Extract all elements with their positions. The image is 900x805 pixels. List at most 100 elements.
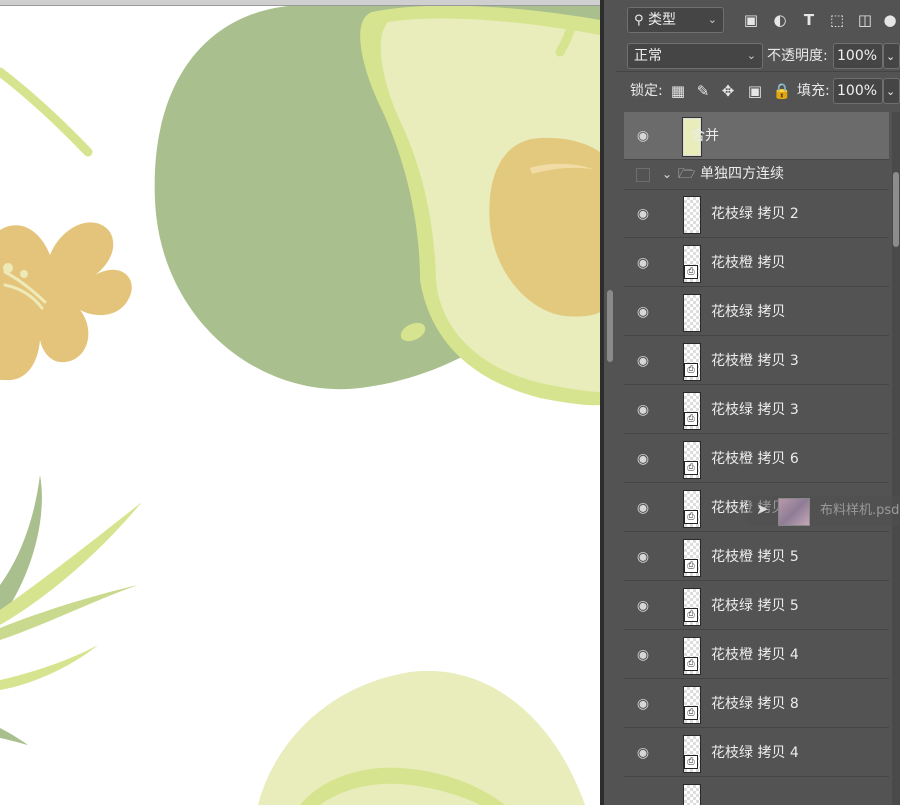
layer-row-merged[interactable]: ◉ 合并 [624,112,889,160]
layer-row[interactable]: ◉ ⎙ 花枝绿 拷贝 5 [624,582,889,630]
stamen-tip [20,270,28,278]
visibility-eye-icon[interactable]: ◉ [632,288,654,336]
smart-object-icon: ⎙ [684,363,698,377]
visibility-eye-icon[interactable]: ◉ [632,239,654,287]
folder-icon: 🗁 [678,166,696,182]
layer-row[interactable]: ◉ ⎙ 花枝橙 拷贝 [624,239,889,287]
stamen-tip [3,263,13,273]
drag-cursor-icon: ➤ [756,500,769,518]
layers-panel: ⚲ 类型 ⌄ ▣ ◐ T ⬚ ◫ ● 正常 ⌄ 不透明度: 100% ⌄ 锁定:… [616,0,900,805]
layer-filter-row: ⚲ 类型 ⌄ ▣ ◐ T ⬚ ◫ ● [616,7,900,35]
layer-row[interactable]: ◉ ⎙ 花枝绿 拷贝 3 [624,386,889,434]
layer-thumbnail [683,294,701,332]
visibility-eye-icon[interactable]: ◉ [632,337,654,385]
visibility-eye-icon[interactable]: ◉ [632,190,654,238]
visibility-eye-icon[interactable]: ◉ [632,435,654,483]
opacity-label: 不透明度: [767,48,828,64]
opacity-dropdown[interactable]: ⌄ [883,43,900,69]
smart-object-icon: ⎙ [684,510,698,524]
scrollbar-thumb[interactable] [893,172,899,247]
layer-name: 花枝橙 拷贝 [711,255,786,271]
visibility-eye-icon[interactable]: ◉ [632,484,654,532]
layer-name: 花枝绿 拷贝 2 [711,206,799,222]
opacity-input[interactable]: 100% [833,43,883,69]
panel-divider[interactable] [600,0,604,805]
filter-kind-select[interactable]: ⚲ 类型 ⌄ [627,7,724,33]
visibility-eye-icon[interactable]: ◉ [632,533,654,581]
lock-image-pixels-icon[interactable]: ✎ [693,78,713,104]
layer-row[interactable]: ◉ ⎙ 花枝橙 拷贝 6 [624,435,889,483]
smart-object-icon: ⎙ [684,657,698,671]
layer-row[interactable]: ◉ ⎙ 花枝橙 拷贝 4 [624,631,889,679]
chevron-down-icon[interactable]: ⌄ [662,160,672,188]
layer-name: 花枝绿 拷贝 3 [711,402,799,418]
type-filter-icon[interactable]: T [798,7,820,33]
visibility-eye-icon[interactable]: ◉ [632,631,654,679]
branch-line [0,67,93,157]
pattern-artwork [0,5,600,805]
smart-object-icon: ⎙ [684,755,698,769]
canvas-scroll-handle[interactable] [604,290,616,362]
smart-object-icon: ⎙ [684,265,698,279]
photoshop-window: ⚲ 类型 ⌄ ▣ ◐ T ⬚ ◫ ● 正常 ⌄ 不透明度: 100% ⌄ 锁定:… [0,0,900,805]
smart-object-icon: ⎙ [684,412,698,426]
smart-object-filter-icon[interactable]: ◫ [854,7,876,33]
search-icon: ⚲ [634,13,644,28]
layer-row-partial[interactable] [624,778,889,805]
leaf-lower [0,645,98,690]
layer-name: 花枝橙 拷贝 4 [711,647,799,663]
layer-row[interactable]: ◉ 花枝绿 拷贝 2 [624,190,889,238]
fill-dropdown[interactable]: ⌄ [883,78,900,104]
layer-row[interactable]: ◉ ⎙ 花枝绿 拷贝 4 [624,729,889,777]
lock-row: 锁定: ▦ ✎ ✥ ▣ 🔒 填充: 100% ⌄ [616,78,900,106]
smart-object-icon: ⎙ [684,559,698,573]
visibility-eye-icon[interactable]: ◉ [632,112,654,160]
visibility-eye-icon[interactable]: ◉ [632,386,654,434]
layer-name: 花枝绿 拷贝 [711,304,786,320]
chevron-down-icon: ⌄ [746,49,756,62]
drag-file-thumbnail [778,498,810,526]
chevron-down-icon: ⌄ [886,50,896,63]
lock-position-icon[interactable]: ✥ [718,78,738,104]
chevron-down-icon: ⌄ [707,13,717,26]
opacity-value: 100% [837,48,878,64]
adjustment-filter-icon[interactable]: ◐ [769,7,791,33]
visibility-eye-icon[interactable]: ◉ [632,582,654,630]
leaf-mid [0,585,138,640]
layer-row[interactable]: ◉ ⎙ 花枝绿 拷贝 8 [624,680,889,728]
layer-group-row[interactable]: ⌄ 🗁 单独四方连续 [624,160,889,190]
fill-label: 填充: [797,83,830,99]
layer-row[interactable]: ◉ ⎙ 花枝橙 拷贝 5 [624,533,889,581]
chevron-down-icon: ⌄ [886,85,896,98]
leaf-tip [0,728,28,745]
visibility-eye-icon[interactable]: ◉ [632,680,654,728]
fill-value: 100% [837,83,878,99]
smart-object-icon: ⎙ [684,461,698,475]
layer-name: 花枝绿 拷贝 8 [711,696,799,712]
top-ruler [0,0,600,6]
image-filter-icon[interactable]: ▣ [740,7,762,33]
visibility-eye-icon[interactable]: ◉ [632,729,654,777]
layer-row[interactable]: ◉ 花枝绿 拷贝 [624,288,889,336]
filter-toggle-icon[interactable]: ● [880,7,900,33]
smart-object-icon: ⎙ [684,706,698,720]
layers-scrollbar[interactable] [892,112,900,805]
document-canvas[interactable] [0,0,600,805]
layer-thumbnail [683,196,701,234]
layer-name: 花枝绿 拷贝 4 [711,745,799,761]
shape-filter-icon[interactable]: ⬚ [826,7,848,33]
layers-list: ◉ 合并 ⌄ 🗁 单独四方连续 ◉ 花枝绿 拷贝 2 ◉ ⎙ 花枝橙 拷贝 ◉ … [616,112,900,805]
lock-transparent-pixels-icon[interactable]: ▦ [668,78,688,104]
lock-artboard-icon[interactable]: ▣ [745,78,765,104]
flower [0,222,132,381]
smart-object-icon: ⎙ [684,608,698,622]
group-name: 单独四方连续 [700,166,784,182]
layer-name: 花枝橙 拷贝 6 [711,451,799,467]
visibility-off-box[interactable] [636,168,650,182]
blend-mode-value: 正常 [634,48,662,64]
blend-mode-select[interactable]: 正常 ⌄ [627,43,763,69]
layer-row[interactable]: ◉ ⎙ 花枝橙 拷贝 3 [624,337,889,385]
lock-all-icon[interactable]: 🔒 [772,78,792,104]
fill-input[interactable]: 100% [833,78,883,104]
blend-row: 正常 ⌄ 不透明度: 100% ⌄ [616,43,900,72]
